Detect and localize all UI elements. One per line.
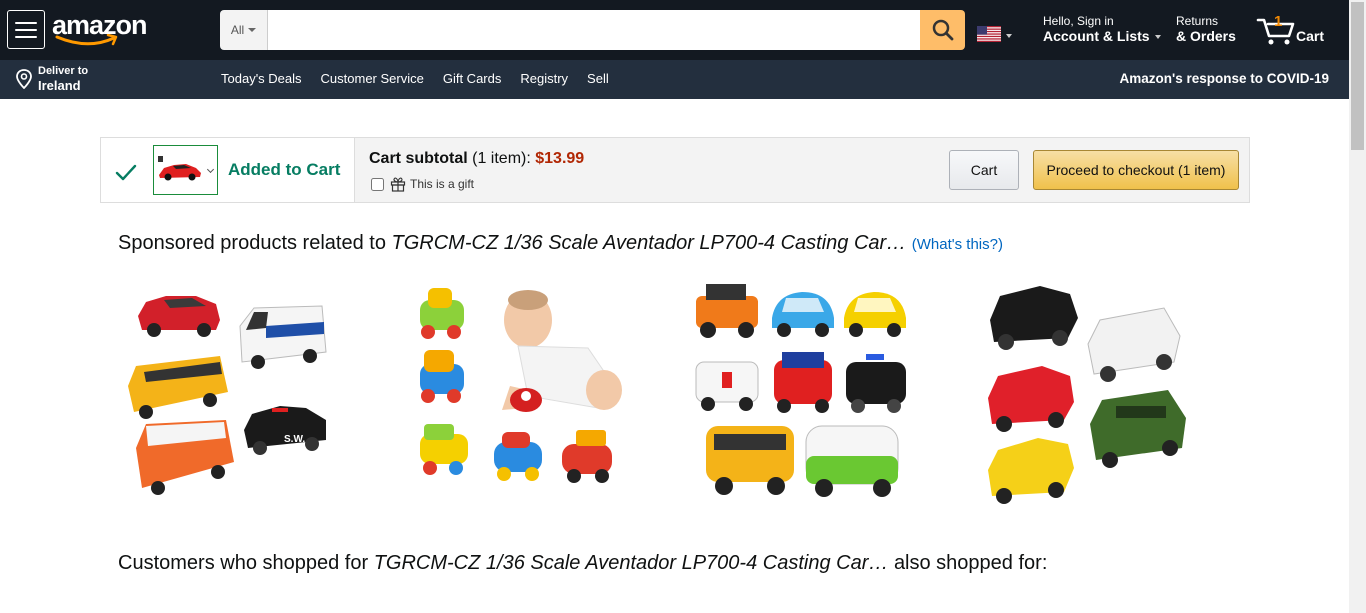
sponsored-product-title: TGRCM-CZ 1/36 Scale Aventador LP700-4 Ca… — [391, 232, 907, 254]
todays-deals-link[interactable]: Today's Deals — [221, 71, 302, 86]
also-shopped-prefix: Customers who shopped for — [118, 552, 369, 574]
sponsored-product-3[interactable] — [690, 278, 920, 508]
account-lists-label: Account & Lists — [1043, 28, 1150, 44]
cart-item-thumbnail[interactable] — [153, 145, 218, 195]
chevron-down-icon — [206, 165, 215, 174]
page: amazon All Hello, Sign in Account & List… — [0, 0, 1366, 613]
subtotal-item-count: (1 item): — [472, 150, 531, 167]
cart-count: 1 — [1274, 13, 1283, 30]
sponsored-product-4[interactable] — [980, 278, 1210, 508]
search-category-label: All — [230, 23, 245, 37]
added-to-cart-status: Added to Cart — [101, 138, 355, 202]
orders-label: & Orders — [1176, 28, 1236, 44]
logo-smile-icon — [55, 34, 118, 46]
vertical-scrollbar[interactable] — [1349, 0, 1366, 613]
deliver-to-label: Deliver to — [38, 65, 89, 77]
also-shopped-heading: Customers who shopped for TGRCM-CZ 1/36 … — [118, 552, 1047, 575]
mini-cars-set-image — [695, 284, 906, 497]
gift-cards-link[interactable]: Gift Cards — [443, 71, 502, 86]
account-greeting: Hello, Sign in — [1043, 14, 1114, 28]
menu-icon — [15, 21, 37, 24]
deliver-to-selector[interactable]: Deliver to Ireland — [15, 65, 88, 93]
also-shopped-product-title: TGRCM-CZ 1/36 Scale Aventador LP700-4 Ca… — [373, 552, 889, 574]
returns-orders-link[interactable]: Returns & Orders — [1176, 14, 1236, 44]
location-pin-icon — [16, 69, 32, 89]
scrollbar-thumb[interactable] — [1351, 2, 1364, 150]
caret-down-icon — [248, 28, 257, 32]
sponsored-heading: Sponsored products related to TGRCM-CZ 1… — [118, 232, 1003, 255]
caret-down-icon — [1154, 35, 1161, 39]
cart-button[interactable]: Cart — [949, 150, 1019, 190]
gift-label: This is a gift — [410, 177, 475, 191]
gift-icon — [390, 177, 406, 192]
subtotal-label: Cart subtotal — [369, 150, 468, 167]
sponsored-prefix: Sponsored products related to — [118, 232, 386, 254]
menu-button[interactable] — [7, 10, 45, 49]
us-flag-icon — [977, 26, 1001, 42]
sponsored-product-2[interactable] — [408, 278, 638, 508]
toy-cars-set-image: S.W. — [128, 296, 327, 495]
proceed-to-checkout-button[interactable]: Proceed to checkout (1 item) — [1033, 150, 1239, 190]
cart-label: Cart — [1296, 28, 1325, 44]
registry-link[interactable]: Registry — [520, 71, 568, 86]
search-category-dropdown[interactable]: All — [220, 10, 268, 50]
sponsored-product-1[interactable]: S.W. — [118, 278, 348, 508]
customer-service-link[interactable]: Customer Service — [321, 71, 424, 86]
search-bar: All — [220, 10, 965, 50]
baby-toy-cars-image — [420, 288, 622, 483]
gift-option[interactable]: This is a gift — [371, 176, 474, 192]
search-input[interactable] — [268, 10, 920, 50]
added-to-cart-panel: Added to Cart Cart subtotal (1 item): $1… — [100, 137, 1250, 203]
cart-subtotal: Cart subtotal (1 item): $13.99 — [369, 150, 584, 168]
added-to-cart-label: Added to Cart — [228, 160, 341, 179]
subtotal-price: $13.99 — [535, 150, 585, 167]
die-cast-suvs-image — [988, 286, 1186, 504]
svg-text:S.W.: S.W. — [284, 434, 305, 445]
sell-link[interactable]: Sell — [587, 71, 609, 86]
gift-checkbox[interactable] — [371, 177, 384, 191]
sub-nav: Deliver to Ireland Today's Deals Custome… — [0, 60, 1349, 99]
returns-label: Returns — [1176, 14, 1219, 28]
search-icon — [932, 19, 953, 41]
language-selector[interactable] — [977, 26, 1012, 42]
deliver-location: Ireland — [38, 78, 81, 93]
covid-response-link[interactable]: Amazon's response to COVID-19 — [1119, 71, 1329, 86]
top-nav: amazon All Hello, Sign in Account & List… — [0, 0, 1349, 60]
checkmark-icon — [115, 164, 137, 181]
cart-link[interactable]: 1 Cart — [1256, 12, 1336, 48]
caret-down-icon — [1006, 34, 1012, 38]
search-button[interactable] — [920, 10, 965, 50]
red-car-image — [158, 156, 201, 181]
amazon-logo[interactable]: amazon — [52, 8, 152, 48]
also-shopped-suffix: also shopped for: — [893, 552, 1048, 574]
sub-nav-links: Today's Deals Customer Service Gift Card… — [221, 71, 609, 86]
account-menu[interactable]: Hello, Sign in Account & Lists — [1043, 14, 1161, 44]
whats-this-link[interactable]: (What's this?) — [912, 236, 1003, 253]
